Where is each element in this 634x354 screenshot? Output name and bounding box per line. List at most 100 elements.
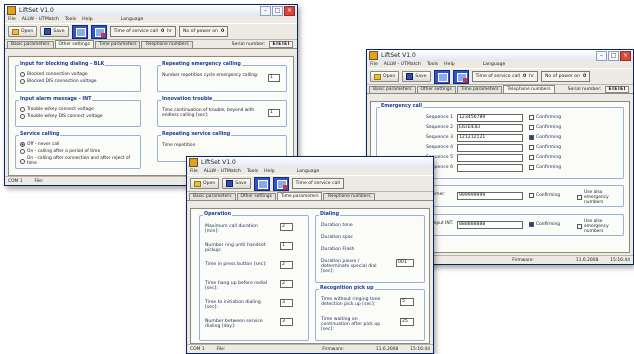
operation-input[interactable]: 3 [280,299,293,307]
sequence-input[interactable]: EIEIEIEIEI [457,124,523,132]
sequence-input[interactable]: 123456789 [457,114,523,122]
sequence-input[interactable] [457,144,523,152]
sequence-input[interactable]: 121212121 [457,134,523,142]
window-title: LiftSet V1.0 [201,159,236,166]
sequence-input[interactable] [457,164,523,172]
tab-time-parameters[interactable]: Time parameters [456,86,503,93]
operation-input[interactable]: 3 [280,318,293,326]
menu-language[interactable]: Language [297,169,320,174]
group-title: Repeating emergency calling [161,62,242,67]
operation-label: Number ring until handset pickup: [205,243,266,253]
write-device-icon[interactable] [90,24,107,39]
dialing-label: Duration pause / determinate special dia… [321,259,377,274]
operation-input[interactable]: 2 [280,261,293,269]
checkbox-label: Confirming [536,165,562,170]
folder-icon [194,180,201,187]
minimize-icon[interactable]: – [596,50,607,61]
menu-allw[interactable]: ALLW - UTMatch [22,17,59,22]
menu-language[interactable]: Language [483,62,506,67]
confirm-checkbox[interactable]: Confirming [529,145,561,150]
serial-value: EIEIEI [605,86,629,93]
menu-help[interactable]: Help [444,62,454,67]
open-button[interactable]: Open [8,26,38,37]
save-button[interactable]: Save [402,71,431,82]
menu-file[interactable]: File [8,17,16,22]
menu-tools[interactable]: Tools [427,62,438,67]
group-repeat-emergency: Repeating emergency calling Number repet… [157,62,287,92]
confirm-checkbox[interactable]: Confirming [529,115,561,120]
tab-telephone-numbers[interactable]: Telephone numbers [141,41,193,48]
tab-time-parameters[interactable]: Time parameters [276,192,323,200]
open-button[interactable]: Open [370,71,400,82]
operation-input[interactable]: 2 [280,223,293,231]
menu-allw[interactable]: ALLW - UTMatch [384,62,421,67]
save-label: Save [53,29,65,34]
menu-allw[interactable]: ALLW - UTMatch [204,169,241,174]
radio-alarm-1[interactable]: Trouble w/key connect voltage [20,107,136,112]
checkbox-label: Confirming [536,145,562,150]
operation-input[interactable]: 1 [280,242,293,250]
menu-file[interactable]: File [370,62,378,67]
save-button[interactable]: Save [222,178,251,189]
tab-time-parameters[interactable]: Time parameters [94,41,141,48]
tab-telephone-numbers[interactable]: Telephone numbers [323,193,375,200]
save-label: Save [415,74,427,79]
menu-help[interactable]: Help [82,17,92,22]
power-on-field: No of power on 0 [540,71,591,82]
confirm-checkbox[interactable]: Confirming [529,135,561,140]
write-device-icon[interactable] [452,69,469,84]
tab-basic-parameters[interactable]: Basic parameters [189,193,236,200]
repeat-emergency-text: Number repetition cycle emergency callin… [162,73,259,78]
error-use-emergency[interactable]: Use also emergency numbers [577,219,621,234]
tab-basic-parameters[interactable]: Basic parameters [369,86,416,93]
tab-telephone-numbers[interactable]: Telephone numbers [503,85,555,93]
power-on-field: No of power on 0 [178,26,229,37]
tab-other-settings[interactable]: Other settings [54,40,94,48]
close-icon[interactable]: × [284,5,295,16]
serial-label: Serial number: [567,87,602,92]
menu-tools[interactable]: Tools [247,169,258,174]
recognition-input[interactable]: 25 [400,318,414,326]
innovation-input[interactable]: 1 [268,109,280,117]
repeat-emergency-input[interactable]: 1 [268,74,280,82]
menu-tools[interactable]: Tools [65,17,76,22]
radio-label: On - calling after connection and after … [26,156,131,166]
sequence-row: Sequence 1 123456789 Confirming [377,114,623,122]
service-confirm-checkbox[interactable]: Confirming [529,193,560,198]
recognition-input[interactable]: 5 [400,298,414,306]
maximize-icon[interactable]: □ [608,50,619,61]
maximize-icon[interactable]: □ [272,5,283,16]
menu-language[interactable]: Language [121,17,144,22]
write-device-icon[interactable] [272,176,289,191]
read-device-icon[interactable] [71,24,88,39]
radio-blocking-1[interactable]: Blocked connection voltage [20,72,136,77]
operation-input[interactable]: 2 [280,280,293,288]
radio-service-period[interactable]: On - calling after a period of time [20,149,136,154]
sequence-input[interactable] [457,154,523,162]
tab-basic-parameters[interactable]: Basic parameters [7,41,54,48]
minimize-icon[interactable]: – [260,5,271,16]
radio-blocking-2[interactable]: Blocked DIS connection voltage [20,79,136,84]
checkbox-label: Confirming [536,135,562,140]
operation-label: Time in press button [sec]: [205,262,267,267]
read-device-icon[interactable] [253,176,270,191]
menu-help[interactable]: Help [264,169,274,174]
radio-alarm-2[interactable]: Trouble w/key DIS connect voltage [20,114,136,119]
open-button[interactable]: Open [190,178,220,189]
dialing-input[interactable]: 001 [396,259,414,267]
menu-file[interactable]: File [190,169,198,174]
confirm-checkbox[interactable]: Confirming [529,155,561,160]
service-number-input[interactable]: 999999999 [457,192,523,200]
error-confirm-checkbox[interactable]: Confirming [529,222,560,227]
radio-service-off[interactable]: Off - never call [20,142,136,147]
error-number-input[interactable]: 888888888 [457,221,523,229]
confirm-checkbox[interactable]: Confirming [529,165,561,170]
read-device-icon[interactable] [433,69,450,84]
confirm-checkbox[interactable]: Confirming [529,125,561,130]
save-button[interactable]: Save [40,26,69,37]
tab-other-settings[interactable]: Other settings [236,193,276,200]
tab-other-settings[interactable]: Other settings [416,86,456,93]
service-use-emergency[interactable]: Use also emergency numbers [577,190,621,205]
radio-service-connection[interactable]: On - calling after connection and after … [20,156,136,166]
close-icon[interactable]: × [620,50,631,61]
